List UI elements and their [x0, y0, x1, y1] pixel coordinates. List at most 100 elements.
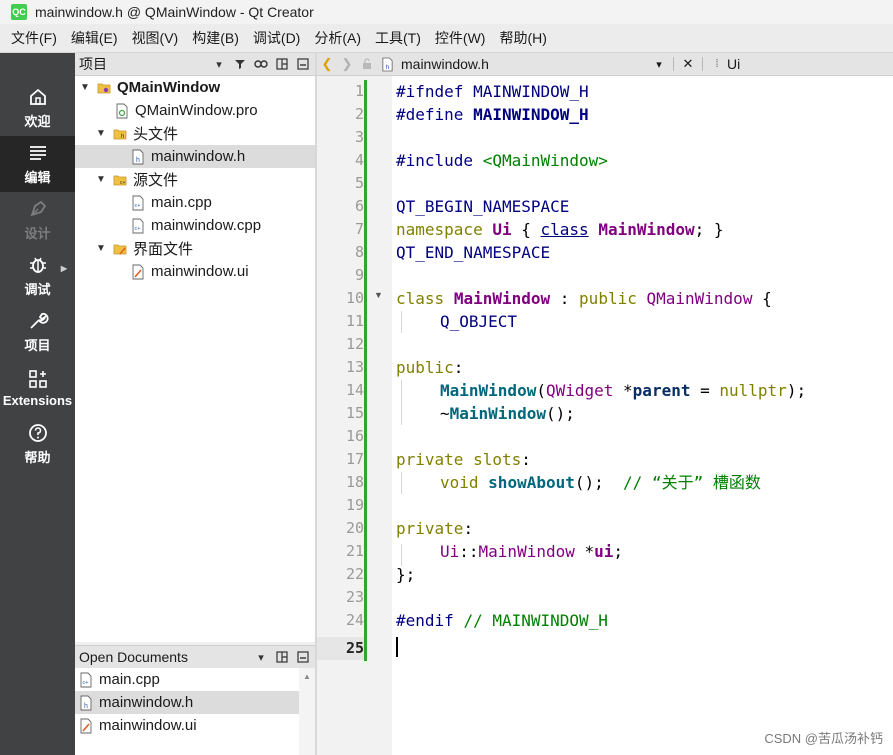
open-document-label: mainwindow.ui	[99, 717, 197, 734]
mode-extensions[interactable]: Extensions	[0, 360, 75, 416]
code-token: QT_END_NAMESPACE	[396, 243, 551, 262]
forward-icon[interactable]: ❯	[337, 53, 357, 75]
cpp-file-icon: c+	[132, 195, 144, 210]
tree-item-headers[interactable]: ▼ h 头文件	[75, 122, 335, 145]
line-number: 24	[345, 611, 364, 629]
code-token: ::	[459, 542, 479, 561]
expand-arrow-icon[interactable]: ▼	[95, 174, 107, 185]
menu-edit[interactable]: 编辑(E)	[64, 24, 125, 52]
code-token: MainWindow	[478, 542, 575, 561]
open-document-mainwindow-h[interactable]: h mainwindow.h	[75, 691, 303, 714]
code-token: nullptr	[719, 381, 787, 400]
menu-view[interactable]: 视图(V)	[125, 24, 186, 52]
code-token: MAINWINDOW_H	[473, 105, 589, 124]
filter-icon[interactable]	[231, 55, 249, 73]
mode-debug[interactable]: 调试 ▶	[0, 248, 75, 304]
menu-widgets[interactable]: 控件(W)	[428, 24, 493, 52]
line-number: 3	[354, 128, 364, 146]
tree-item-sources[interactable]: ▼ c+ 源文件	[75, 168, 335, 191]
expand-arrow-icon[interactable]: ▼	[95, 128, 107, 139]
expand-arrow-icon[interactable]: ▼	[95, 243, 107, 254]
split-icon[interactable]	[273, 648, 291, 666]
edit-icon	[29, 146, 46, 160]
code-token: MainWindow	[598, 220, 695, 239]
current-file-name[interactable]: mainwindow.h	[401, 56, 649, 72]
menu-debug[interactable]: 调试(D)	[246, 24, 307, 52]
svg-text:c+: c+	[135, 203, 141, 209]
projects-title: 项目	[79, 56, 107, 72]
code-token: :	[453, 358, 464, 377]
menu-help[interactable]: 帮助(H)	[492, 24, 553, 52]
tree-item-label: mainwindow.ui	[151, 263, 249, 280]
svg-text:c+: c+	[120, 180, 126, 186]
mode-edit[interactable]: 编辑	[0, 136, 75, 192]
project-tree: ▼ QMainWindow QMainWindow.pro ▼ h 头文件 h …	[75, 76, 371, 642]
code-token: class	[540, 220, 589, 239]
debug-icon	[29, 257, 46, 273]
menu-file[interactable]: 文件(F)	[4, 24, 64, 52]
symbol-selector[interactable]: Ui	[727, 56, 740, 72]
code-token: #endif	[396, 611, 454, 630]
code-line: public:	[396, 356, 463, 379]
mode-projects[interactable]: 项目	[0, 304, 75, 360]
projects-header: 项目 ▾	[75, 53, 315, 76]
code-token: MainWindow	[449, 404, 546, 423]
mode-bar: 欢迎 编辑 设计 调试 ▶ 项目 Extensions 帮助	[0, 53, 75, 755]
svg-text:h: h	[84, 703, 88, 710]
indent-guide	[401, 472, 402, 494]
view-select-chevron-icon[interactable]: ▾	[210, 55, 228, 73]
mode-label: 调试	[24, 282, 51, 297]
mode-welcome[interactable]: 欢迎	[0, 80, 75, 136]
code-token: ();	[574, 473, 624, 492]
code-comment: // “关于” 槽函数	[623, 473, 761, 492]
code-token: QWidget	[545, 381, 614, 400]
open-document-label: main.cpp	[99, 671, 160, 688]
code-comment: // MAINWINDOW_H	[463, 611, 608, 630]
header-file-icon: h	[132, 149, 144, 164]
tree-item-project[interactable]: ▼ QMainWindow	[75, 76, 319, 99]
open-documents-title: Open Documents	[79, 649, 188, 665]
scroll-up-icon[interactable]: ▲	[299, 672, 315, 681]
line-number: 20	[345, 519, 364, 537]
back-icon[interactable]: ❮	[317, 53, 337, 75]
split-icon[interactable]	[273, 55, 291, 73]
tree-item-forms[interactable]: ▼ 界面文件	[75, 237, 335, 260]
code-line: namespace Ui { class MainWindow; }	[396, 218, 724, 241]
close-document-icon[interactable]: ✕	[678, 53, 698, 75]
mode-debug-arrow-icon: ▶	[60, 264, 67, 273]
file-dropdown-chevron-icon[interactable]: ▾	[649, 53, 669, 75]
fold-marker-icon[interactable]: ▼	[374, 290, 383, 300]
close-panel-icon[interactable]	[294, 648, 312, 666]
link-icon[interactable]	[252, 55, 270, 73]
line-number: 2	[354, 105, 364, 123]
open-document-label: mainwindow.h	[99, 694, 194, 711]
mode-label: 帮助	[24, 450, 51, 465]
code-line: ~MainWindow();	[440, 402, 575, 425]
code-line: private slots:	[396, 448, 531, 471]
pro-file-icon	[116, 103, 128, 118]
close-panel-icon[interactable]	[294, 55, 312, 73]
tree-item-label: 头文件	[133, 126, 179, 143]
project-folder-icon	[97, 83, 111, 93]
code-token: Q_OBJECT	[440, 312, 518, 331]
mode-design[interactable]: 设计	[0, 192, 75, 248]
open-documents-scrollbar[interactable]: ▲	[299, 668, 315, 755]
expand-arrow-icon[interactable]: ▼	[79, 82, 91, 93]
menu-tools[interactable]: 工具(T)	[368, 24, 428, 52]
line-number: 7	[354, 220, 364, 238]
view-select-chevron-icon[interactable]: ▾	[252, 648, 270, 666]
line-number: 18	[345, 473, 364, 491]
menu-build[interactable]: 构建(B)	[185, 24, 246, 52]
mode-label: 欢迎	[24, 114, 51, 129]
menu-analyze[interactable]: 分析(A)	[307, 24, 368, 52]
open-document-mainwindow-ui[interactable]: mainwindow.ui	[75, 714, 303, 737]
mode-help[interactable]: 帮助	[0, 416, 75, 472]
lock-icon	[357, 53, 377, 75]
code-token: slots	[473, 450, 522, 469]
home-icon	[29, 88, 46, 105]
tree-item-pro[interactable]: QMainWindow.pro	[75, 99, 355, 122]
open-document-main-cpp[interactable]: c+ main.cpp	[75, 668, 303, 691]
